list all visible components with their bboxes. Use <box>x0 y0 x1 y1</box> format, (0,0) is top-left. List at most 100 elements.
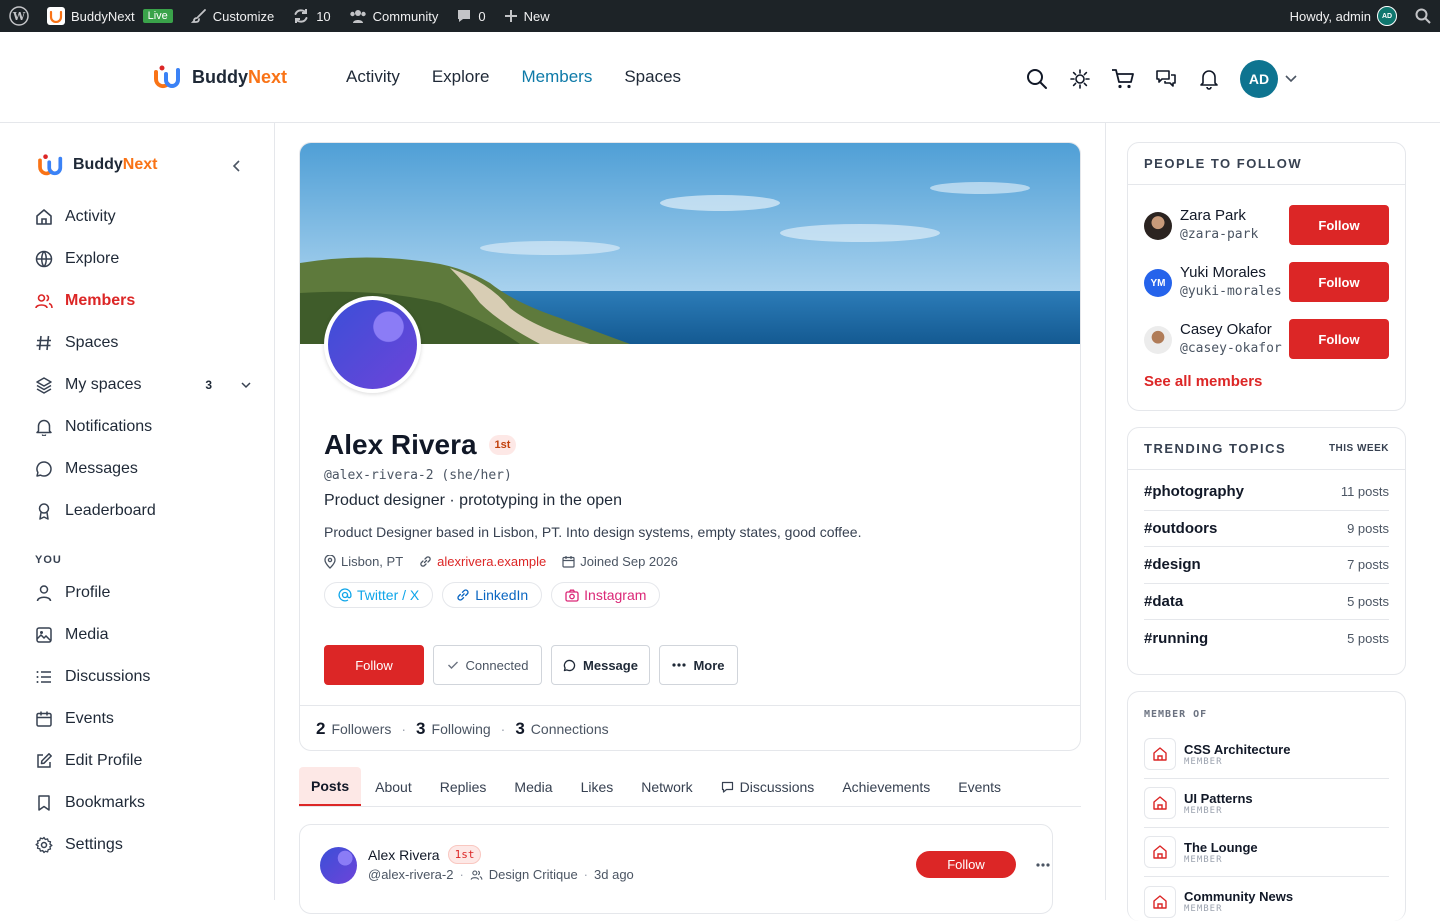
new-content-link[interactable]: New <box>495 0 559 32</box>
sidebar-item-my-spaces[interactable]: My spaces 3 <box>35 364 260 406</box>
yuki-morales-avatar[interactable]: YM <box>1144 269 1172 297</box>
trending-topic[interactable]: #outdoors 9 posts <box>1144 511 1389 547</box>
suggestion-name[interactable]: Casey Okafor <box>1180 321 1272 338</box>
chevron-down-icon[interactable] <box>1284 74 1298 84</box>
sidebar-item-bookmarks[interactable]: Bookmarks <box>35 782 260 824</box>
bell-icon[interactable] <box>1197 67 1221 91</box>
more-button[interactable]: More <box>659 645 738 685</box>
collapse-sidebar-icon[interactable] <box>230 159 244 173</box>
social-links: Twitter / X LinkedIn Instagram <box>324 582 661 608</box>
tab-discussions[interactable]: Discussions <box>707 767 829 806</box>
sidebar-item-media[interactable]: Media <box>35 614 260 656</box>
trending-topic[interactable]: #photography 11 posts <box>1144 474 1389 511</box>
instagram-link[interactable]: Instagram <box>551 582 661 608</box>
post-author-avatar[interactable] <box>320 847 357 884</box>
community-link[interactable]: Community <box>340 0 448 32</box>
post-more-icon[interactable] <box>1036 863 1050 867</box>
sidebar-item-profile[interactable]: Profile <box>35 572 260 614</box>
post-follow-button[interactable]: Follow <box>916 851 1016 878</box>
customize-link[interactable]: Customize <box>182 0 283 32</box>
member-space-item[interactable]: CSS Architecture MEMBER <box>1144 730 1389 779</box>
suggestion-name[interactable]: Yuki Morales <box>1180 264 1266 281</box>
tab-likes[interactable]: Likes <box>567 767 628 806</box>
connections-stat[interactable]: 3 Connections <box>515 719 608 739</box>
topic-tag: #data <box>1144 592 1184 610</box>
my-account-link[interactable]: Howdy, admin AD <box>1281 0 1406 32</box>
follow-suggestion: Zara Park @zara-park Follow <box>1128 197 1405 254</box>
community-icon <box>349 10 366 23</box>
followers-stat[interactable]: 2 Followers <box>316 719 391 739</box>
header-actions: AD <box>1025 60 1298 98</box>
nav-members[interactable]: Members <box>521 67 592 87</box>
wordpress-logo-icon[interactable]: W <box>0 0 38 32</box>
sidebar-item-activity[interactable]: Activity <box>35 196 260 238</box>
suggestion-follow-button[interactable]: Follow <box>1289 319 1389 359</box>
right-rail: PEOPLE TO FOLLOW Zara Park @zara-park Fo… <box>1105 123 1440 921</box>
home-icon <box>36 209 52 225</box>
zara-park-avatar[interactable] <box>1144 212 1172 240</box>
see-all-members-link[interactable]: See all members <box>1128 368 1405 390</box>
trending-topic[interactable]: #running 5 posts <box>1144 620 1389 657</box>
follow-button[interactable]: Follow <box>324 645 424 685</box>
message-button[interactable]: Message <box>551 645 650 685</box>
tab-about[interactable]: About <box>361 767 426 806</box>
suggestion-follow-button[interactable]: Follow <box>1289 262 1389 302</box>
cart-icon[interactable] <box>1111 67 1135 91</box>
admin-search-icon[interactable] <box>1406 0 1440 32</box>
sidebar-item-leaderboard[interactable]: Leaderboard <box>35 490 260 532</box>
suggestion-follow-button[interactable]: Follow <box>1289 205 1389 245</box>
website-link[interactable]: alexrivera.example <box>437 554 546 569</box>
tab-achievements[interactable]: Achievements <box>828 767 944 806</box>
casey-okafor-avatar[interactable] <box>1144 326 1172 354</box>
profile-name-row: Alex Rivera 1st <box>324 429 517 461</box>
followers-count: 2 <box>316 719 326 738</box>
sidebar-item-explore[interactable]: Explore <box>35 238 260 280</box>
nav-activity[interactable]: Activity <box>346 67 400 87</box>
refresh-icon <box>294 9 308 23</box>
member-space-item[interactable]: Community News MEMBER <box>1144 877 1389 921</box>
following-stat[interactable]: 3 Following <box>416 719 491 739</box>
tab-posts[interactable]: Posts <box>299 767 362 806</box>
user-avatar-button[interactable]: AD <box>1240 60 1278 98</box>
wp-admin-bar: W BuddyNext Live Customize 10 Community … <box>0 0 1440 32</box>
brand-logo[interactable]: BuddyNext <box>152 64 287 90</box>
sidebar-item-settings[interactable]: Settings <box>35 824 260 866</box>
post-space-link[interactable]: Design Critique <box>489 867 578 882</box>
sidebar-item-events[interactable]: Events <box>35 698 260 740</box>
topic-count: 7 posts <box>1347 557 1389 573</box>
tab-media[interactable]: Media <box>500 767 566 806</box>
message-icon <box>563 659 576 671</box>
sun-icon[interactable] <box>1068 67 1092 91</box>
member-space-item[interactable]: UI Patterns MEMBER <box>1144 779 1389 828</box>
sidebar-brand[interactable]: BuddyNext <box>36 153 157 177</box>
tab-network[interactable]: Network <box>627 767 706 806</box>
comments-link[interactable]: 0 <box>447 0 494 32</box>
sidebar-item-spaces[interactable]: Spaces <box>35 322 260 364</box>
search-icon[interactable] <box>1025 67 1049 91</box>
trending-topic[interactable]: #data 5 posts <box>1144 584 1389 620</box>
profile-avatar[interactable] <box>324 296 421 393</box>
site-name-link[interactable]: BuddyNext Live <box>38 0 182 32</box>
sidebar-item-discussions[interactable]: Discussions <box>35 656 260 698</box>
sidebar-item-messages[interactable]: Messages <box>35 448 260 490</box>
twitter-link[interactable]: Twitter / X <box>324 582 434 608</box>
tab-events[interactable]: Events <box>944 767 1015 806</box>
nav-spaces[interactable]: Spaces <box>624 67 681 87</box>
users-icon <box>35 294 53 309</box>
messages-icon[interactable] <box>1154 67 1178 91</box>
sidebar-item-notifications[interactable]: Notifications <box>35 406 260 448</box>
connected-button[interactable]: Connected <box>433 645 542 685</box>
sidebar-item-edit-profile[interactable]: Edit Profile <box>35 740 260 782</box>
sidebar-item-members[interactable]: Members <box>35 280 260 322</box>
trending-topic[interactable]: #design 7 posts <box>1144 547 1389 584</box>
updates-link[interactable]: 10 <box>283 0 339 32</box>
chevron-down-icon[interactable] <box>240 380 252 390</box>
topic-tag: #running <box>1144 629 1209 647</box>
tab-replies[interactable]: Replies <box>426 767 501 806</box>
member-space-item[interactable]: The Lounge MEMBER <box>1144 828 1389 877</box>
suggestion-name[interactable]: Zara Park <box>1180 207 1246 224</box>
nav-explore[interactable]: Explore <box>432 67 490 87</box>
sidebar-item-label: Bookmarks <box>65 794 146 811</box>
post-author-name[interactable]: Alex Rivera <box>368 847 440 863</box>
linkedin-link[interactable]: LinkedIn <box>442 582 543 608</box>
